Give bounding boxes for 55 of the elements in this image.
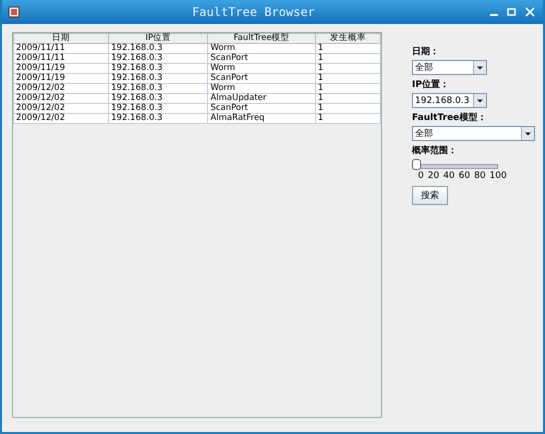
table-cell: ScanPort (208, 54, 316, 64)
table-cell: AlmaUpdater (208, 94, 316, 104)
table-cell: 192.168.0.3 (108, 54, 208, 64)
table-cell: 2009/11/19 (14, 64, 109, 74)
column-header[interactable]: IP位置 (108, 34, 208, 44)
table-cell: ScanPort (208, 104, 316, 114)
app-icon (8, 6, 20, 18)
table-cell: 192.168.0.3 (108, 64, 208, 74)
date-label: 日期： (412, 46, 439, 58)
table-cell: 2009/11/11 (14, 44, 109, 54)
table-cell: 2009/12/02 (14, 84, 109, 94)
column-header[interactable]: FaultTree模型 (208, 34, 316, 44)
ip-label: IP位置： (412, 78, 449, 91)
search-button[interactable]: 搜索 (412, 186, 448, 205)
close-icon[interactable] (523, 6, 537, 18)
slider-tick-label: 80 (474, 171, 486, 181)
slider-tick-label: 60 (458, 171, 470, 181)
slider-tick-label: 0 (418, 171, 424, 181)
table-cell: 192.168.0.3 (108, 74, 208, 84)
slider-tick-label: 100 (490, 171, 507, 181)
table-cell: 192.168.0.3 (108, 114, 208, 124)
slider-tick-label: 40 (443, 171, 455, 181)
table-cell: 1 (315, 84, 380, 94)
table-cell: 1 (315, 54, 380, 64)
table-cell: 192.168.0.3 (108, 84, 208, 94)
table-cell: 1 (315, 44, 380, 54)
table-cell: 2009/12/02 (14, 94, 109, 104)
table-cell: 1 (315, 74, 380, 84)
model-dropdown[interactable]: 全部 (412, 126, 535, 141)
table-cell: AlmaRatFreq (208, 114, 316, 124)
model-label: FaultTree模型： (412, 112, 486, 124)
slider-tick-label: 20 (428, 171, 440, 181)
table-cell: 192.168.0.3 (108, 104, 208, 114)
ip-dropdown[interactable]: 192.168.0.3 (412, 93, 487, 108)
table-cell: 2009/12/02 (14, 114, 109, 124)
table-cell: Worm (208, 84, 316, 94)
column-header[interactable]: 日期 (14, 34, 109, 44)
table-cell: Worm (208, 64, 316, 74)
maximize-icon[interactable] (505, 6, 519, 18)
slider-thumb[interactable] (412, 159, 421, 170)
table-cell: 2009/11/11 (14, 54, 109, 64)
table-cell: 1 (315, 114, 380, 124)
table-cell: 1 (315, 64, 380, 74)
table-cell: ScanPort (208, 74, 316, 84)
window-title: FaultTree Browser (191, 5, 316, 19)
table-cell: Worm (208, 44, 316, 54)
table-cell: 1 (315, 94, 380, 104)
date-dropdown[interactable]: 全部 (412, 60, 487, 75)
range-label: 概率范围： (412, 144, 457, 157)
table-cell: 2009/12/02 (14, 104, 109, 114)
table-cell: 2009/11/19 (14, 74, 109, 84)
table-cell: 192.168.0.3 (108, 44, 208, 54)
table-cell: 1 (315, 104, 380, 114)
column-header[interactable]: 发生概率 (315, 34, 380, 44)
table-cell: 192.168.0.3 (108, 94, 208, 104)
